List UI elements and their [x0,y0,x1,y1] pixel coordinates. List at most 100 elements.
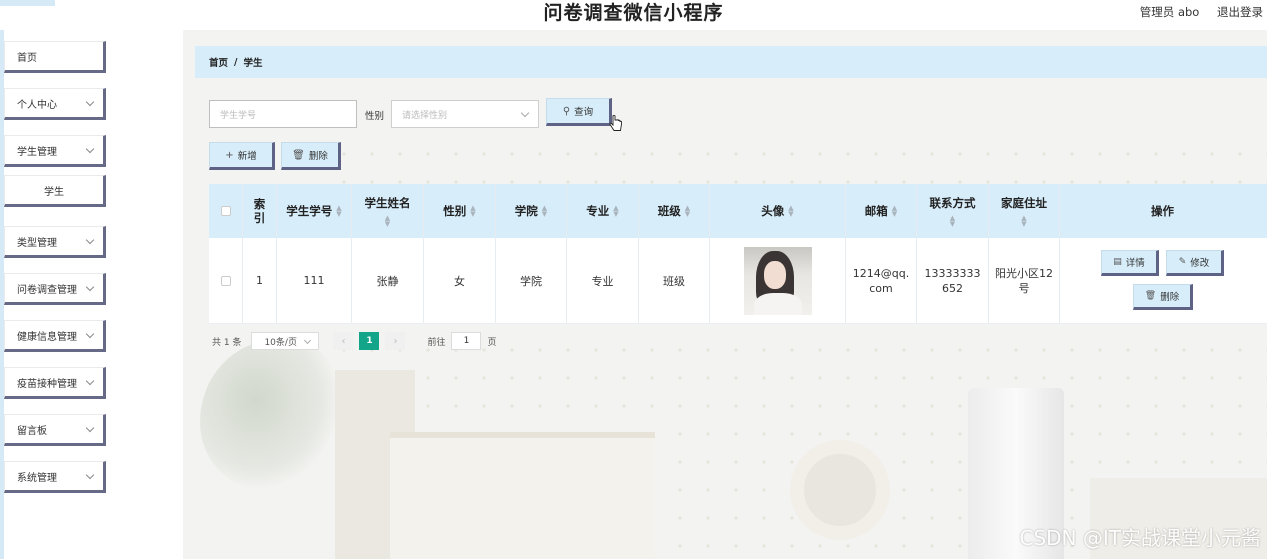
row-checkbox[interactable] [220,275,231,286]
sidebar-item-student-management[interactable]: 学生管理 [4,135,106,167]
goto-page-input[interactable]: 1 [451,332,482,350]
sidebar-item-message-board[interactable]: 留言板 [4,414,106,446]
app-title: 问卷调查微信小程序 [543,2,724,24]
table-header: 索引 学生学号 ▲ ▼ 学生姓名 ▲ ▼ 性别 ▲ ▼ 学院 ▲ ▼ 专业 ▲ ▼ 班级 ▲ ▼ 头像 ▲… [209,184,1267,238]
logout-link[interactable]: 退出登录 [1217,5,1263,19]
header-student-name[interactable]: 学生姓名 ▲ ▼ [352,184,424,238]
header-student-no[interactable]: 学生学号 ▲ ▼ [277,184,352,238]
select-all-cell [209,184,243,238]
plus-icon: + [225,149,234,161]
row-select-cell [209,238,243,323]
current-page-button[interactable]: 1 [359,332,380,350]
table-row: 1 111 张静 女 学院 专业 班级 1214@qq.com 13333333… [209,238,1267,324]
cell-class: 班级 [639,238,710,323]
sort-icon[interactable]: ▲ ▼ [385,215,390,228]
chevron-down-icon [85,423,95,433]
sidebar-item-label: 健康信息管理 [17,331,77,343]
chevron-down-icon [85,144,95,154]
gender-select[interactable]: 请选择性别 [391,100,539,128]
sidebar-item-label: 个人中心 [17,99,57,111]
header-college[interactable]: 学院 ▲ ▼ [496,184,567,238]
hand-pointer-icon [609,115,622,131]
chevron-down-icon [304,336,312,345]
chevron-down-icon [85,470,95,480]
cell-student-name: 张静 [352,238,424,323]
avatar[interactable] [743,246,812,315]
sidebar-item-label: 首页 [17,52,37,64]
sidebar-item-health-management[interactable]: 健康信息管理 [4,320,106,352]
chevron-down-icon [85,329,95,339]
sidebar-item-vaccination-management[interactable]: 疫苗接种管理 [4,367,106,399]
sidebar-item-survey-management[interactable]: 问卷调查管理 [4,273,106,305]
chevron-down-icon [520,108,530,118]
page-size-select[interactable]: 10条/页 [251,332,320,350]
sidebar-item-system-management[interactable]: 系统管理 [4,461,106,493]
add-button[interactable]: + 新增 [209,142,275,170]
top-bar: 问卷调查微信小程序 管理员 abo 退出登录 [0,0,1267,30]
header-phone[interactable]: 联系方式 ▲ ▼ [917,184,989,238]
sidebar-item-label: 疫苗接种管理 [17,378,77,390]
header-email[interactable]: 邮箱 ▲ ▼ [846,184,917,238]
sort-icon[interactable]: ▲ ▼ [613,205,618,218]
sidebar-item-label: 问卷调查管理 [17,284,77,296]
cell-gender: 女 [424,238,496,323]
search-icon: ⚲ [562,105,571,117]
document-icon: ▤ [1113,256,1122,267]
header-class[interactable]: 班级 ▲ ▼ [639,184,710,238]
header-avatar[interactable]: 头像 ▲ ▼ [710,184,846,238]
cell-address: 阳光小区12号 [989,238,1060,323]
breadcrumb-home[interactable]: 首页 [209,55,228,69]
gender-select-placeholder: 请选择性别 [402,110,448,121]
sidebar-item-label: 留言板 [17,425,47,437]
breadcrumb: 首页 / 学生 [195,46,1267,78]
pagination: 共 1 条 10条/页 ‹ 1 › 前往 1 页 [212,332,496,350]
sort-icon[interactable]: ▲ ▼ [542,205,547,218]
row-delete-button[interactable]: 🗑 删除 [1133,283,1193,310]
watermark: CSDN @IT实战课堂小元酱 [1019,526,1262,550]
cell-major: 专业 [567,238,639,323]
sidebar: 首页 个人中心 学生管理 学生 类型管理 问卷调查管理 健康信息管理 疫苗接种管… [0,30,183,559]
sidebar-item-label: 学生管理 [17,146,57,158]
student-no-placeholder: 学生学号 [220,110,257,121]
header-address[interactable]: 家庭住址 ▲ ▼ [989,184,1060,238]
header-actions: 操作 [1151,204,1174,218]
detail-button[interactable]: ▤ 详情 [1101,249,1159,276]
cell-index: 1 [243,238,277,323]
chevron-down-icon [85,97,95,107]
edit-button[interactable]: ✎ 修改 [1166,249,1224,276]
header-major[interactable]: 专业 ▲ ▼ [567,184,639,238]
header-index: 索引 [243,184,277,238]
breadcrumb-separator: / [234,56,238,68]
sidebar-item-personal-center[interactable]: 个人中心 [4,88,106,120]
cell-avatar [710,238,846,323]
main-content: 首页 / 学生 学生学号 性别 请选择性别 ⚲ 查询 + 新增 🗑 删除 索引 [183,30,1267,559]
sidebar-subitem-student[interactable]: 学生 [4,175,106,207]
goto-page: 前往 1 页 [427,332,496,350]
cell-student-no: 111 [277,238,352,323]
sidebar-item-label: 类型管理 [17,237,57,249]
sort-icon[interactable]: ▲ ▼ [685,205,690,218]
chevron-down-icon [85,282,95,292]
sort-icon[interactable]: ▲ ▼ [470,205,475,218]
query-button[interactable]: ⚲ 查询 [546,98,612,126]
next-page-button[interactable]: › [385,332,406,350]
sort-icon[interactable]: ▲ ▼ [788,205,793,218]
cell-phone: 13333333652 [917,238,989,323]
trash-icon: 🗑 [292,149,305,161]
sort-icon[interactable]: ▲ ▼ [950,215,955,228]
header-gender[interactable]: 性别 ▲ ▼ [424,184,496,238]
sort-icon[interactable]: ▲ ▼ [1021,215,1026,228]
user-area: 管理员 abo 退出登录 [1126,4,1263,20]
student-no-search-input[interactable]: 学生学号 [209,100,357,128]
chevron-down-icon [85,376,95,386]
select-all-checkbox[interactable] [220,206,231,216]
sidebar-item-home[interactable]: 首页 [4,41,106,73]
admin-user-label: 管理员 abo [1139,5,1200,19]
prev-page-button[interactable]: ‹ [333,332,354,350]
batch-delete-button[interactable]: 🗑 删除 [281,142,341,170]
cell-college: 学院 [496,238,567,323]
sidebar-item-type-management[interactable]: 类型管理 [4,226,106,258]
trash-icon: 🗑 [1144,290,1157,301]
sort-icon[interactable]: ▲ ▼ [892,205,897,218]
sort-icon[interactable]: ▲ ▼ [336,205,341,218]
